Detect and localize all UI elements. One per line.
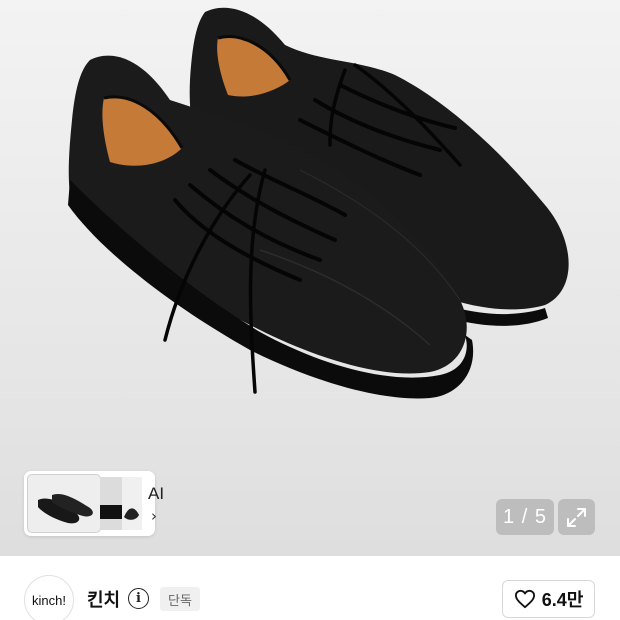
product-image-gallery[interactable]: AI › 1 / 5 [0, 0, 620, 556]
product-photo[interactable] [0, 0, 620, 470]
brand-bar: kinch! 킨치 i 단독 6.4만 [0, 556, 620, 620]
like-count: 6.4만 [541, 590, 584, 610]
product-page: AI › 1 / 5 kinch! 킨치 i 단독 6.4만 [0, 0, 620, 620]
ai-thumbnail-strip[interactable]: AI › [24, 471, 164, 536]
expand-arrows-icon [567, 508, 586, 527]
heart-icon [514, 589, 535, 609]
thumbnail-2-image[interactable] [100, 477, 123, 530]
info-icon[interactable]: i [128, 588, 149, 609]
expand-button[interactable] [558, 499, 595, 535]
exclusive-badge: 단독 [160, 587, 200, 611]
image-pager: 1 / 5 [496, 499, 554, 535]
chevron-right-icon[interactable]: › [151, 507, 157, 525]
brand-name[interactable]: 킨치 [87, 586, 120, 612]
ai-label: AI [148, 484, 165, 503]
like-button[interactable]: 6.4만 [502, 580, 595, 618]
thumbnail-shoes-image[interactable] [27, 474, 101, 533]
brand-logo[interactable]: kinch! [24, 575, 74, 620]
thumbnail-3-image[interactable] [122, 477, 142, 530]
